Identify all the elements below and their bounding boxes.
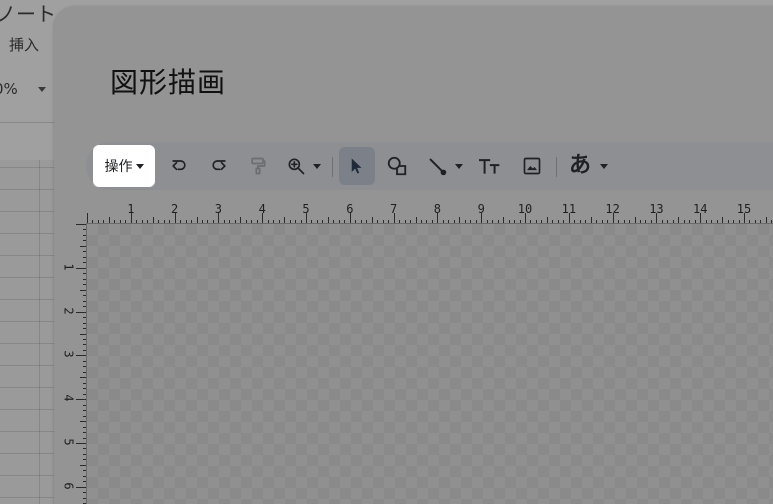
background-zoom-caret-icon [38, 87, 46, 92]
paint-format-button[interactable] [244, 152, 272, 180]
ruler-label: 11 [561, 202, 577, 216]
toolbar-separator [332, 157, 333, 177]
text-box-button[interactable] [476, 152, 504, 180]
paint-format-icon [251, 157, 266, 175]
shape-button[interactable] [383, 152, 411, 180]
ruler-label: 14 [693, 202, 708, 216]
zoom-icon [288, 158, 305, 175]
undo-icon [172, 160, 186, 171]
ruler-label: 6 [346, 202, 354, 216]
ruler-label: 7 [390, 202, 398, 216]
actions-menu-button[interactable]: 操作 [93, 145, 155, 187]
dialog-title: 図形描画 [110, 66, 227, 99]
screen: ノート 挿入 0% 図形描画 操作 [0, 0, 773, 504]
redo-icon [212, 160, 226, 171]
text-box-icon [479, 159, 500, 174]
ruler-label: 5 [302, 202, 310, 216]
text-style-dropdown-icon[interactable] [600, 164, 608, 169]
shape-icon [387, 156, 407, 176]
background-grid-divider [0, 122, 60, 123]
ruler-label: 4 [61, 394, 76, 402]
ruler-label: 12 [605, 202, 620, 216]
zoom-button[interactable] [282, 152, 310, 180]
drawing-toolbar: 操作 あ [86, 142, 773, 190]
ruler-label: 15 [736, 202, 752, 216]
undo-button[interactable] [165, 152, 193, 180]
line-icon [429, 158, 447, 176]
horizontal-ruler-ticks [87, 213, 772, 223]
actions-menu-label: 操作 [104, 159, 133, 175]
redo-button[interactable] [205, 152, 233, 180]
ruler-label: 2 [171, 202, 179, 216]
zoom-dropdown-icon[interactable] [313, 164, 321, 169]
ruler-label: 13 [649, 202, 664, 216]
canvas-border-left [86, 223, 87, 504]
ruler-label: 6 [61, 482, 76, 490]
canvas-border-top [86, 223, 773, 224]
select-cursor-icon [351, 158, 362, 174]
image-icon [523, 157, 541, 175]
ruler-label: 5 [61, 438, 76, 446]
toolbar-separator [556, 157, 557, 177]
ruler-label: 3 [214, 202, 223, 216]
drawing-canvas[interactable] [87, 224, 773, 504]
background-doc-title: ノート [0, 2, 56, 26]
line-button[interactable] [423, 152, 451, 180]
ruler-label: 9 [477, 202, 485, 216]
ruler-label: 2 [61, 306, 76, 315]
vertical-ruler: 1 2 3 4 5 6 [62, 224, 86, 504]
image-button[interactable] [518, 152, 546, 180]
ruler-label: 10 [517, 202, 533, 216]
line-dropdown-icon[interactable] [455, 164, 463, 169]
chevron-down-icon [135, 163, 144, 169]
ruler-label: 1 [127, 202, 135, 216]
text-style-button[interactable]: あ [569, 152, 591, 180]
ruler-label: 3 [61, 350, 76, 359]
background-spreadsheet-grid [0, 160, 60, 504]
ruler-label: 1 [61, 263, 76, 271]
ruler-label: 8 [433, 202, 442, 216]
select-tool-button[interactable] [339, 147, 375, 185]
ruler-label: 4 [258, 202, 266, 216]
horizontal-ruler: 1 2 3 4 5 6 7 8 9 10 11 12 13 14 15 [87, 199, 773, 223]
background-menu-insert: 挿入 [9, 36, 40, 54]
background-zoom-value: 0% [0, 80, 18, 98]
